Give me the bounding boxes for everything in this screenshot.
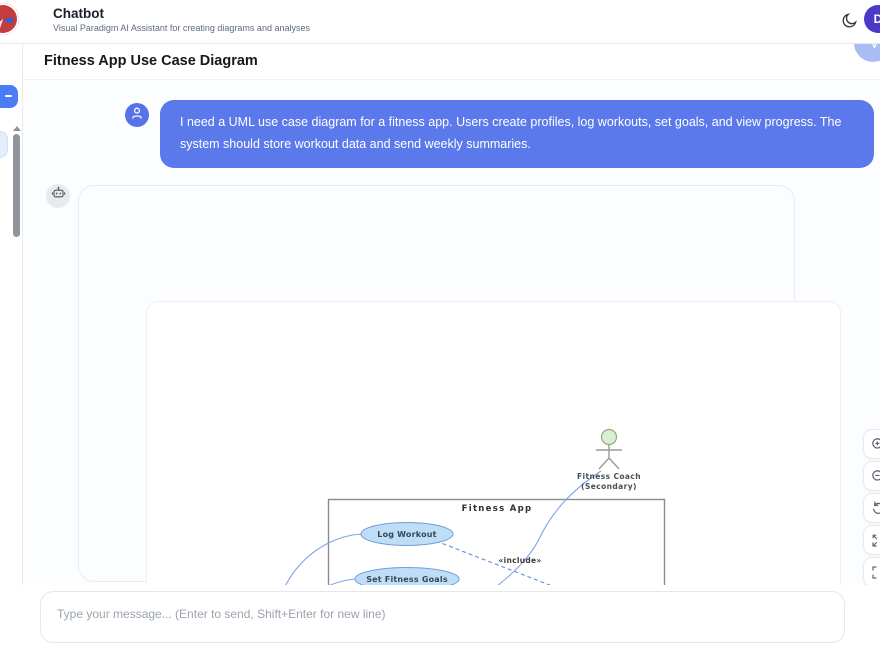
use-case-label: Set Fitness Goals [366,575,448,584]
message-input[interactable] [40,591,845,643]
assistant-response-card: Fitness App [78,185,795,582]
expand-button[interactable] [863,525,880,555]
avatar-initial: D [874,12,880,26]
person-icon [130,106,144,125]
app-window: Chatbot Visual Paradigm AI Assistant for… [0,0,880,660]
reset-icon [871,501,880,516]
app-title: Chatbot [53,6,104,21]
message-composer [0,585,880,660]
conversation-titlebar: Fitness App Use Case Diagram [23,44,880,80]
visual-paradigm-logo-icon [0,3,19,35]
fullscreen-icon [871,565,880,580]
zoom-in-icon [871,437,880,452]
system-boundary-label: Fitness App [462,504,533,514]
app-header: Chatbot Visual Paradigm AI Assistant for… [0,0,880,44]
assistant-avatar [46,184,70,208]
sidebar-divider [22,44,23,660]
user-message-avatar [125,103,149,127]
page-title: Fitness App Use Case Diagram [44,53,258,69]
zoom-out-button[interactable] [863,461,880,491]
user-message-bubble: I need a UML use case diagram for a fitn… [160,100,874,168]
viewer-controls [863,429,880,589]
moon-icon [841,17,859,32]
expand-arrows-icon [871,533,880,548]
actor-coach-name: Fitness Coach [577,472,641,481]
include-label: «include» [498,556,541,565]
chat-area: I need a UML use case diagram for a fitn… [23,80,880,585]
zoom-out-icon [871,469,880,484]
robot-icon [51,186,66,206]
actor-coach-role: (Secondary) [581,482,637,491]
use-case-label: Log Workout [377,530,436,539]
sidebar-primary-button[interactable] [0,85,18,108]
reset-view-button[interactable] [863,493,880,523]
button-dash-icon [5,95,12,97]
zoom-in-button[interactable] [863,429,880,459]
sidebar-scroll-up-arrow[interactable] [13,126,21,131]
actor-fitness-coach[interactable]: Fitness Coach (Secondary) [577,430,641,492]
dark-mode-toggle[interactable] [838,9,862,33]
app-subtitle: Visual Paradigm AI Assistant for creatin… [53,23,310,33]
sidebar-item-fragment[interactable] [0,131,8,158]
sidebar-scrollbar-thumb[interactable] [13,134,20,237]
user-profile-avatar[interactable]: D [864,5,880,33]
fullscreen-button[interactable] [863,557,880,587]
